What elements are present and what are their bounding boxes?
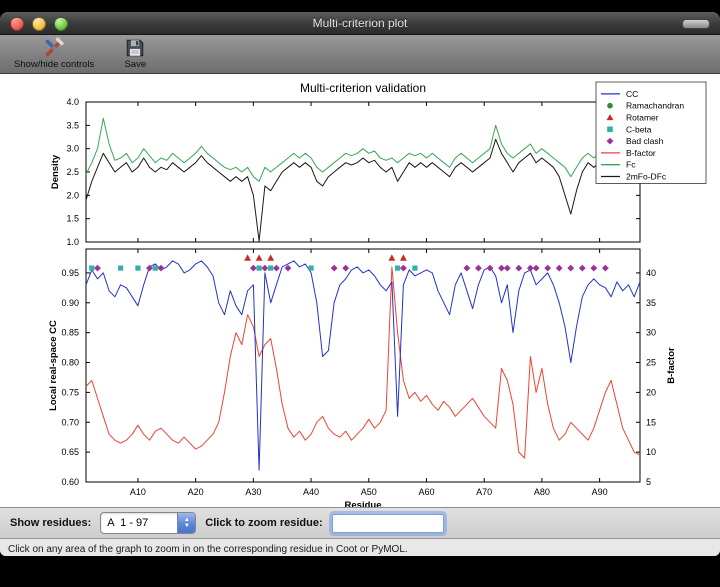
c-beta-marker [308,266,313,271]
legend-square-swatch [607,127,613,133]
screen-background: Multi-criterion plot Show/hide controls [0,0,720,587]
bfactor-axis-label: B-factor [666,347,677,384]
cc-tick-label: 0.60 [61,477,79,487]
residue-tick-label: A40 [303,487,319,497]
residue-tick-label: A60 [418,487,434,497]
residue-axis-label: Residue [345,500,382,507]
residue-tick-label: A20 [188,487,204,497]
c-beta-marker [153,266,158,271]
legend-label: C-beta [626,124,652,134]
show-hide-controls-button[interactable]: Show/hide controls [10,36,98,70]
legend-label: Bad clash [626,136,664,146]
save-label: Save [124,59,146,70]
status-bar: Click on any area of the graph to zoom i… [0,538,720,556]
residue-range-select[interactable]: A 1 - 97 ▲ ▼ [100,512,196,534]
c-beta-marker [89,266,94,271]
toolbar: Show/hide controls Save [0,35,720,74]
cc-tick-label: 0.70 [61,417,79,427]
residue-range-stepper[interactable]: ▲ ▼ [177,513,195,533]
residue-tick-label: A10 [130,487,146,497]
bfactor-tick-label: 25 [646,358,656,368]
bfactor-tick-label: 30 [646,328,656,338]
residue-range-value: A 1 - 97 [101,517,177,529]
residue-tick-label: A80 [534,487,550,497]
density-tick-label: 2.0 [66,190,79,200]
show-hide-controls-label: Show/hide controls [14,59,94,70]
c-beta-marker [135,266,140,271]
cc-axis-label: Local real-space CC [48,320,59,411]
bfactor-tick-label: 15 [646,417,656,427]
legend-label: Fc [626,160,636,170]
residue-tick-label: A90 [592,487,608,497]
close-button[interactable] [10,17,24,31]
zoom-residue-input[interactable] [332,514,444,533]
density-tick-label: 1.0 [66,237,79,247]
legend-label: 2mFo-DFc [626,172,667,182]
c-beta-marker [118,266,123,271]
window: Multi-criterion plot Show/hide controls [0,12,720,556]
cc-tick-label: 0.85 [61,328,79,338]
bfactor-tick-label: 35 [646,298,656,308]
density-plot-area[interactable] [86,102,640,242]
c-beta-marker [412,266,417,271]
bfactor-tick-label: 20 [646,387,656,397]
zoom-residue-label: Click to zoom residue: [205,517,322,529]
density-tick-label: 3.0 [66,144,79,154]
c-beta-marker [395,266,400,271]
floppy-icon [124,37,146,59]
c-beta-marker [268,266,273,271]
density-tick-label: 3.5 [66,120,79,130]
stepper-down-icon: ▼ [184,523,190,529]
bfactor-tick-label: 10 [646,447,656,457]
density-tick-label: 4.0 [66,97,79,107]
plot-panel: Multi-criterion validation 4.0 3.5 3.0 2.5 2.… [0,74,720,507]
controls-bar: Show residues: A 1 - 97 ▲ ▼ Click to zoo… [0,507,720,538]
legend-label: Rotamer [626,113,659,123]
cc-tick-label: 0.90 [61,298,79,308]
cc-tick-label: 0.80 [61,358,79,368]
density-axis-label: Density [50,154,61,189]
cc-tick-label: 0.95 [61,268,79,278]
density-tick-label: 2.5 [66,167,79,177]
multi-criterion-figure[interactable]: Multi-criterion validation 4.0 3.5 3.0 2.5 2.… [0,74,720,507]
bfactor-tick-label: 5 [646,477,651,487]
minimize-button[interactable] [32,17,46,31]
residue-tick-label: A30 [245,487,261,497]
cc-tick-label: 0.65 [61,447,79,457]
legend-circle-swatch [607,103,613,109]
show-residues-label: Show residues: [10,517,91,529]
traffic-lights [10,17,76,31]
zoom-button[interactable] [54,17,68,31]
legend-label: CC [626,89,638,99]
residue-tick-label: A70 [476,487,492,497]
cc-tick-label: 0.75 [61,387,79,397]
bfactor-tick-label: 40 [646,268,656,278]
cc-bfactor-plot-area[interactable] [86,249,640,482]
toolbar-toggle-button[interactable] [682,19,710,29]
window-title: Multi-criterion plot [0,12,720,34]
residue-tick-label: A50 [361,487,377,497]
status-text: Click on any area of the graph to zoom i… [8,544,408,555]
title-bar[interactable]: Multi-criterion plot [0,12,720,35]
legend-label: B-factor [626,148,656,158]
c-beta-marker [257,266,262,271]
save-button[interactable]: Save [120,36,150,70]
density-tick-label: 1.5 [66,214,79,224]
legend-label: Ramachandran [626,101,684,111]
figure-title: Multi-criterion validation [300,81,426,95]
tools-icon [43,37,65,59]
